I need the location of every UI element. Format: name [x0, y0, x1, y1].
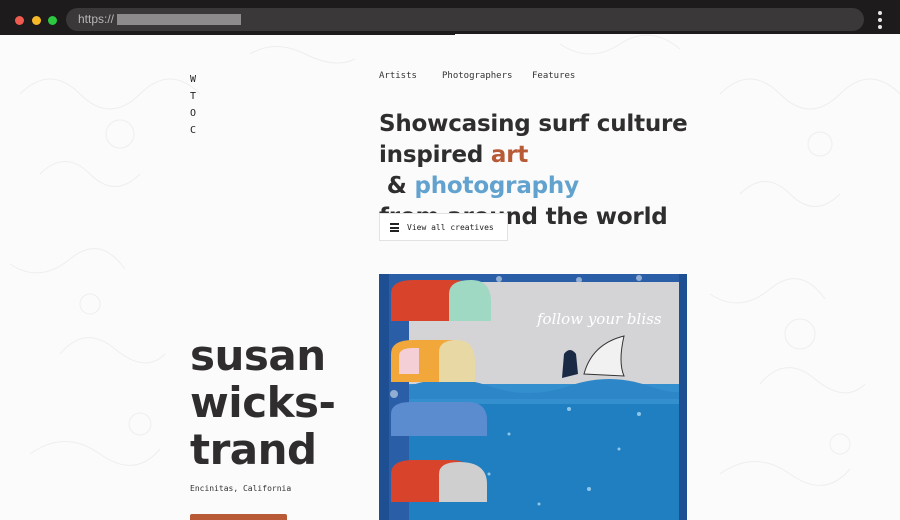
headline-art-word: art	[490, 142, 529, 168]
name-line-3: trand	[190, 425, 317, 474]
featured-creative-name[interactable]: susan wicks- trand	[190, 331, 336, 474]
browser-menu-icon[interactable]	[876, 11, 884, 29]
headline-line-1: Showcasing surf culture	[379, 111, 688, 137]
logo-letter: T	[189, 91, 197, 102]
minimize-window-button[interactable]	[32, 16, 41, 25]
maximize-window-button[interactable]	[48, 16, 57, 25]
artwork-collage-image: follow your bliss	[379, 274, 687, 520]
headline-line-2-start: inspired	[379, 142, 491, 168]
view-all-creatives-label: View all creatives	[407, 223, 494, 232]
name-line-1: susan	[190, 331, 326, 380]
featured-location: Encinitas, California	[190, 484, 292, 493]
nav-artists-link[interactable]: Artists	[379, 71, 417, 81]
url-redacted	[117, 14, 241, 25]
featured-artwork[interactable]: follow your bliss	[379, 274, 687, 520]
browser-chrome: https://	[0, 0, 900, 34]
page-content: W T O C Artists Photographers Features S…	[0, 34, 900, 520]
nav-photographers-link[interactable]: Photographers	[442, 71, 512, 81]
address-bar[interactable]: https://	[66, 8, 864, 31]
loading-progress-line	[0, 34, 455, 35]
headline-photography-word: photography	[414, 173, 579, 199]
artwork-script-text: follow your bliss	[536, 310, 662, 328]
headline-ampersand: &	[379, 173, 415, 199]
menu-icon	[390, 223, 399, 232]
url-scheme: https://	[78, 12, 115, 26]
site-logo[interactable]: W T O C	[186, 74, 200, 142]
name-line-2: wicks-	[190, 378, 336, 427]
featured-cta-button[interactable]	[190, 514, 287, 520]
nav-features-link[interactable]: Features	[532, 71, 575, 81]
logo-letter: C	[189, 125, 197, 136]
logo-letter: W	[189, 74, 197, 85]
view-all-creatives-button[interactable]: View all creatives	[379, 213, 508, 241]
logo-letter: O	[189, 108, 197, 119]
close-window-button[interactable]	[15, 16, 24, 25]
